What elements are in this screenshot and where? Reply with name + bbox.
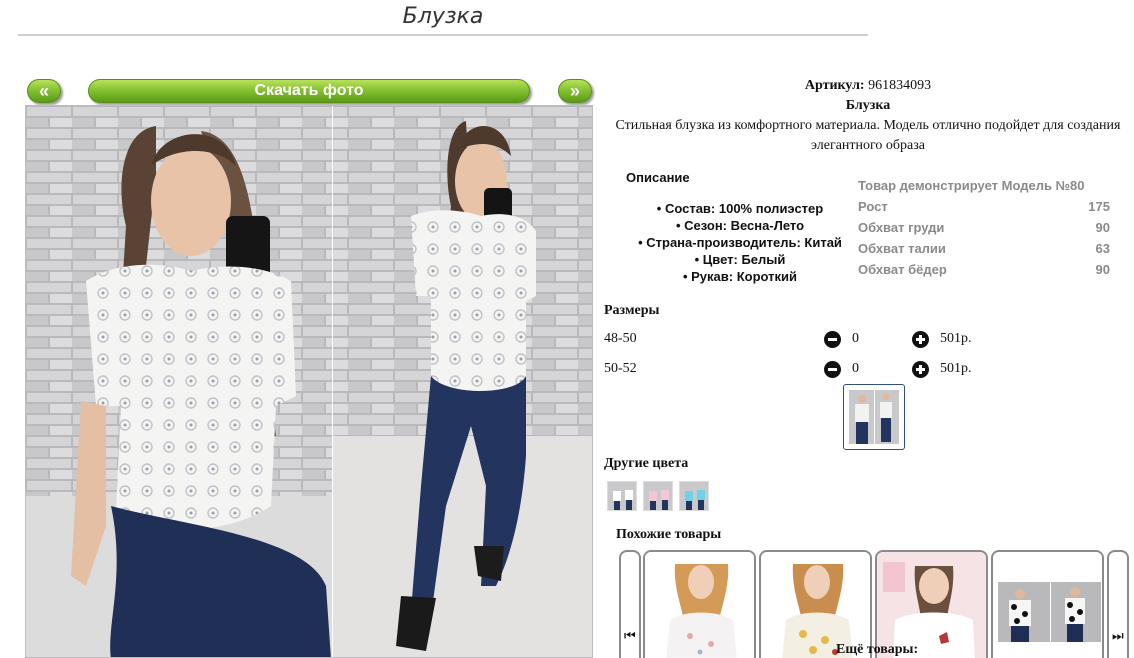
title-divider [18,34,868,36]
selected-photo-thumbnail[interactable] [843,384,905,450]
product-info: Артикул: 961834093 Блузка Стильная блузк… [603,76,1133,156]
article-line: Артикул: 961834093 [603,76,1133,96]
similar-product-card[interactable] [991,550,1104,658]
size-label: 50-52 [604,361,637,376]
size-row: 50-52 0 501р. [604,358,1004,380]
prev-photo-button[interactable]: « [27,79,61,103]
measure-row: Обхват бёдер 90 [858,262,1110,277]
increase-qty-icon[interactable] [912,331,929,348]
product-photo-illustration [26,106,592,657]
decrease-qty-icon[interactable] [824,361,841,378]
similar-product-image [645,552,754,658]
quantity-value: 0 [852,331,859,346]
page-title: Блузка [402,4,484,29]
property-item: Состав: 100% полиэстер [620,200,860,217]
skip-back-icon: ⏮ [624,629,636,644]
download-photo-button[interactable]: Скачать фото [88,79,530,103]
product-photo[interactable] [25,105,593,658]
description-title: Описание [626,170,690,185]
color-variant-image [608,482,636,510]
thumbnail-image [849,390,899,444]
quantity-value: 0 [852,361,859,376]
size-row: 48-50 0 501р. [604,328,1004,350]
property-item: Страна-производитель: Китай [620,234,860,251]
article-value: 961834093 [868,78,932,93]
similar-product-image [993,552,1102,658]
color-variant-image [680,482,708,510]
next-photo-button[interactable]: » [558,79,592,103]
similar-product-card[interactable] [643,550,756,658]
model-title: Товар демонстрирует Модель №80 [858,178,1085,193]
product-properties: Состав: 100% полиэстер Сезон: Весна-Лето… [620,200,860,285]
color-variant-pink[interactable] [643,481,673,511]
carousel-prev-button[interactable]: ⏮ [619,550,641,658]
product-name: Блузка [845,98,891,113]
sizes-title: Размеры [604,303,660,318]
increase-qty-icon[interactable] [912,361,929,378]
property-item: Сезон: Весна-Лето [620,217,860,234]
article-label: Артикул: [804,78,865,93]
color-variant-image [644,482,672,510]
more-products-link[interactable]: Ещё товары: [836,642,918,658]
measure-row: Обхват груди 90 [858,220,1110,235]
property-item: Цвет: Белый [620,251,860,268]
color-variant-blue[interactable] [679,481,709,511]
skip-forward-icon: ⏭ [1112,629,1124,644]
size-price: 501р. [940,361,972,376]
product-description: Стильная блузка из комфортного материала… [615,118,1121,153]
similar-products-title: Похожие товары [616,527,722,542]
measure-row: Обхват талии 63 [858,241,1110,256]
color-variant-white[interactable] [607,481,637,511]
property-item: Рукав: Короткий [620,268,860,285]
model-measurements: Товар демонстрирует Модель №80 Рост 175 О… [858,175,1110,280]
other-colors-title: Другие цвета [604,456,689,471]
carousel-next-button[interactable]: ⏭ [1107,550,1129,658]
size-price: 501р. [940,331,972,346]
measure-row: Рост 175 [858,199,1110,214]
decrease-qty-icon[interactable] [824,331,841,348]
size-label: 48-50 [604,331,637,346]
